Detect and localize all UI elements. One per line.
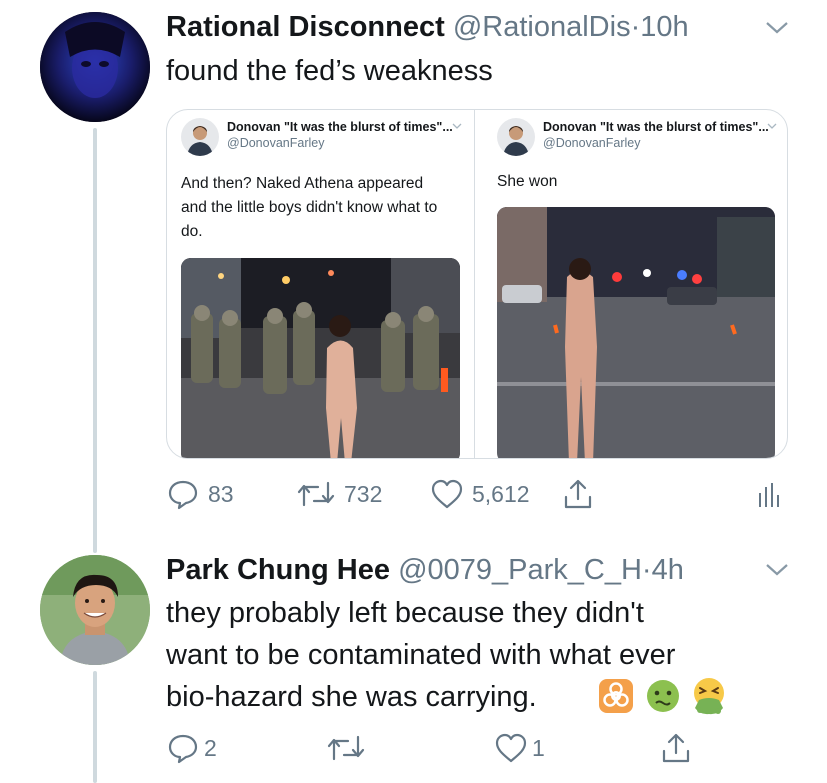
like-count: 1 — [532, 734, 545, 761]
street-scene-image — [181, 258, 460, 458]
chevron-down-icon — [767, 123, 777, 129]
tweet-header: Park Chung Hee @0079_Park_C_H·4h — [166, 552, 684, 588]
media-image-left[interactable]: Donovan "It was the blurst of times"... … — [167, 110, 474, 458]
avatar — [497, 118, 535, 156]
profile-avatar-icon — [40, 555, 150, 665]
chevron-down-icon[interactable] — [764, 20, 790, 36]
user-handle[interactable]: @RationalDis — [453, 11, 631, 43]
tweet-text-line: bio-hazard she was carrying. — [166, 681, 537, 713]
reply-count: 83 — [208, 480, 234, 507]
tweet-header: Rational Disconnect @RationalDis·10h — [166, 9, 689, 45]
thread-line — [93, 128, 97, 553]
reply-button[interactable]: 83 — [166, 474, 234, 514]
quoted-user-handle: @DonovanFarley — [227, 136, 325, 150]
biohazard-emoji-icon — [599, 679, 633, 713]
tweet-text-line: they probably left because they didn't — [166, 597, 644, 629]
retweet-button[interactable]: 732 — [296, 474, 382, 514]
night-street-image — [497, 207, 775, 458]
media-image-right[interactable]: Donovan "It was the blurst of times"... … — [475, 110, 787, 458]
like-button[interactable]: 5,612 — [430, 474, 530, 514]
quoted-text-line: She won — [497, 173, 558, 190]
quoted-text-line: and the little boys didn't know what to — [181, 199, 438, 216]
retweet-button[interactable] — [326, 728, 374, 768]
retweet-icon — [327, 735, 365, 761]
street-photo — [497, 207, 775, 458]
share-icon — [662, 733, 690, 763]
reply-count: 2 — [204, 734, 217, 761]
quoted-display-name: Donovan "It was the blurst of times"... — [227, 120, 453, 134]
display-name[interactable]: Park Chung Hee — [166, 554, 390, 586]
timestamp[interactable]: 4h — [652, 554, 684, 586]
profile-avatar-icon — [40, 12, 150, 122]
chevron-down-icon — [452, 123, 462, 129]
heart-icon — [431, 479, 463, 509]
profile-avatar-icon — [181, 118, 219, 156]
chevron-down-icon[interactable] — [764, 562, 790, 578]
like-count: 5,612 — [472, 480, 530, 507]
user-handle[interactable]: @0079_Park_C_H — [398, 554, 642, 586]
separator: · — [641, 554, 652, 586]
avatar[interactable] — [40, 555, 150, 665]
share-icon — [564, 479, 592, 509]
like-button[interactable]: 1 — [494, 728, 545, 768]
quoted-text-line: do. — [181, 223, 203, 240]
share-button[interactable] — [562, 474, 594, 514]
analytics-icon — [759, 483, 779, 507]
avatar — [181, 118, 219, 156]
retweet-icon — [297, 481, 335, 507]
quoted-user-handle: @DonovanFarley — [543, 136, 641, 150]
timestamp[interactable]: 10h — [640, 11, 688, 43]
tweet-text-line: want to be contaminated with what ever — [166, 639, 676, 671]
display-name[interactable]: Rational Disconnect — [166, 11, 445, 43]
thread-line — [93, 671, 97, 783]
vomiting-face-emoji-icon — [694, 678, 724, 715]
quoted-display-name: Donovan "It was the blurst of times"... — [543, 120, 769, 134]
avatar[interactable] — [40, 12, 150, 122]
tweet-media[interactable]: Donovan "It was the blurst of times"... … — [166, 109, 788, 459]
quoted-text-line: And then? Naked Athena appeared — [181, 175, 424, 192]
share-button[interactable] — [660, 728, 692, 768]
retweet-count: 732 — [344, 480, 383, 507]
nauseated-face-emoji-icon — [647, 680, 679, 712]
tweet-text: found the fed’s weakness — [166, 55, 493, 87]
reply-icon — [168, 480, 198, 510]
heart-icon — [495, 733, 527, 763]
profile-avatar-icon — [497, 118, 535, 156]
tweet-actions: 2 1 — [166, 728, 706, 768]
analytics-button[interactable] — [756, 474, 780, 514]
protest-photo — [181, 258, 460, 458]
tweet-actions: 83 732 5,612 — [166, 474, 786, 514]
reply-icon — [168, 734, 198, 764]
reply-button[interactable]: 2 — [166, 728, 217, 768]
separator: · — [630, 11, 641, 43]
